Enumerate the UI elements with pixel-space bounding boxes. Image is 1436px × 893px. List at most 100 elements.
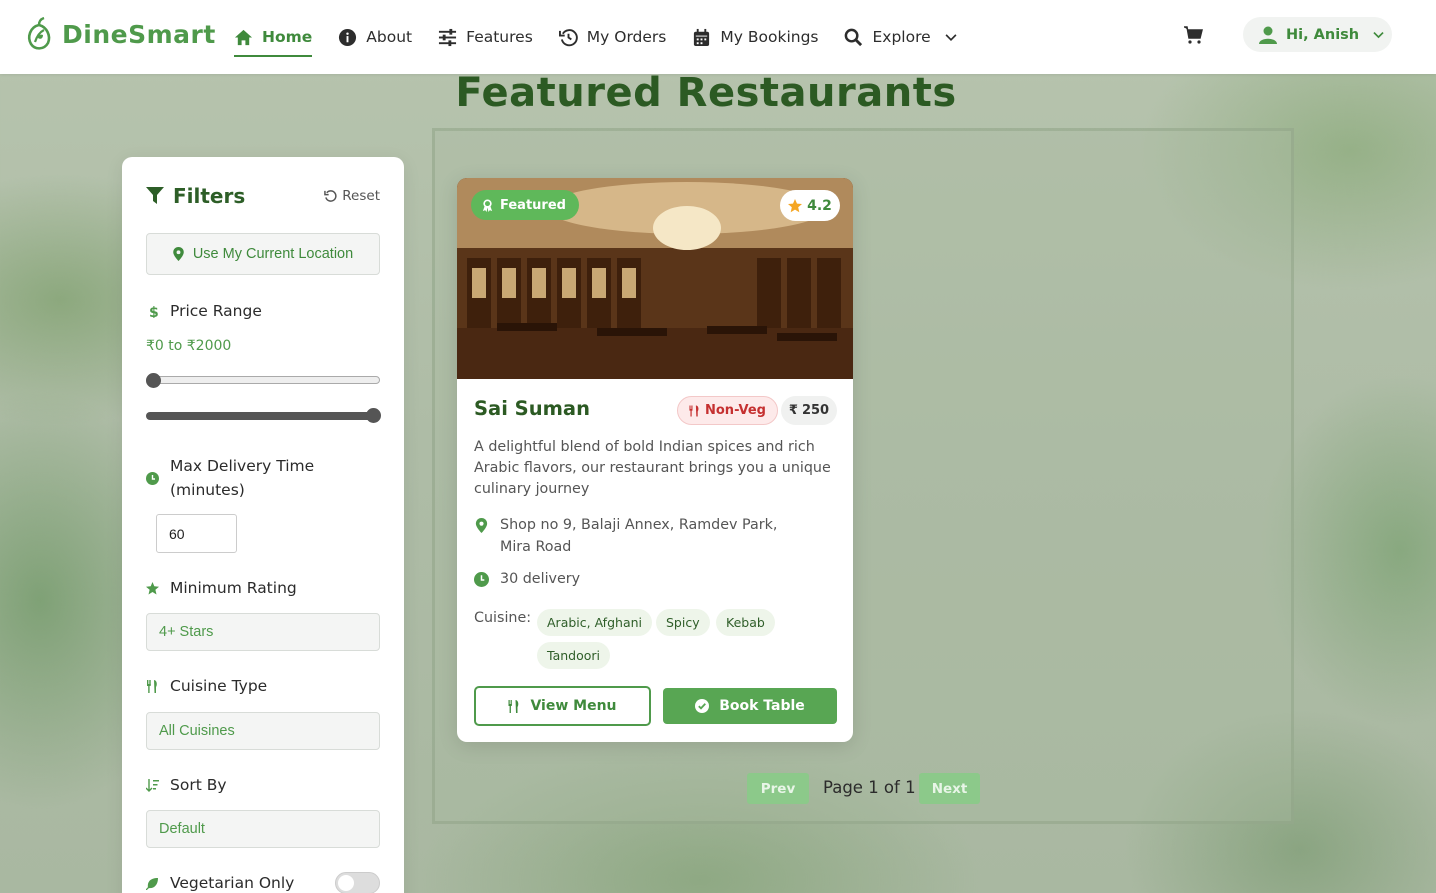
price-max-slider-thumb[interactable]: [366, 408, 381, 423]
vegetarian-only-toggle[interactable]: [335, 872, 380, 893]
cuisine-type-label: Cuisine Type: [146, 677, 267, 695]
page-title: Featured Restaurants: [455, 70, 957, 116]
reset-icon: [324, 189, 337, 202]
user-menu[interactable]: Hi, Anish: [1243, 17, 1392, 52]
price-min-slider-thumb[interactable]: [146, 373, 161, 388]
prev-button[interactable]: Prev: [747, 773, 809, 804]
cuisine-chip: Arabic, Afghani: [537, 609, 652, 636]
check-circle-icon: [695, 699, 710, 713]
cuisine-chip: Spicy: [656, 609, 710, 636]
star-icon: [146, 581, 159, 594]
min-rating-select[interactable]: 4+ Stars: [146, 613, 380, 651]
featured-badge: Featured: [471, 190, 579, 220]
restaurant-description: A delightful blend of bold Indian spices…: [474, 439, 831, 497]
vegetarian-only-label: Vegetarian Only: [146, 874, 294, 892]
nav-about-label: About: [366, 28, 413, 46]
price-range-label: $ Price Range: [146, 302, 262, 320]
navbar: DineSmart Home About Features My Orders …: [0, 0, 1436, 74]
min-rating-text: Minimum Rating: [170, 579, 297, 597]
restaurant-name[interactable]: Sai Suman: [474, 397, 590, 420]
utensils-icon: [689, 405, 699, 416]
price-range-text: Price Range: [170, 302, 262, 320]
leaf-logo-icon: [27, 17, 51, 50]
star-icon: [788, 198, 803, 212]
min-rating-label: Minimum Rating: [146, 579, 297, 597]
nav-home-label: Home: [262, 28, 313, 46]
search-icon: [845, 28, 863, 46]
vegetarian-only-text: Vegetarian Only: [170, 874, 295, 892]
delivery-time-input[interactable]: 60: [156, 514, 237, 553]
nav-my-bookings-label: My Bookings: [720, 28, 819, 46]
cuisine-label: Cuisine:: [474, 610, 532, 626]
price-min-slider[interactable]: [146, 373, 380, 388]
delivery-row: 30 delivery: [474, 568, 580, 590]
featured-badge-label: Featured: [500, 197, 566, 213]
sort-by-text: Sort By: [170, 776, 227, 794]
nav-my-orders[interactable]: My Orders: [558, 0, 666, 74]
info-icon: [339, 28, 357, 46]
user-greeting: Hi, Anish: [1286, 26, 1360, 43]
filter-icon: [146, 187, 164, 204]
address-row: Shop no 9, Balaji Annex, Ramdev Park, Mi…: [474, 514, 824, 558]
sort-icon: [146, 778, 159, 792]
filters-header: Filters Reset: [146, 184, 380, 208]
view-menu-button[interactable]: View Menu: [474, 686, 651, 726]
book-table-label: Book Table: [719, 698, 805, 714]
nav-features[interactable]: Features: [438, 0, 533, 74]
delivery-time-label: Max Delivery Time (minutes): [146, 454, 380, 502]
nav-features-label: Features: [466, 28, 533, 46]
diet-label: Non-Veg: [705, 403, 766, 418]
utensils-icon: [508, 699, 519, 713]
reset-button[interactable]: Reset: [324, 188, 380, 204]
price-range-value: ₹0 to ₹2000: [146, 338, 232, 354]
delivery-time: 30 delivery: [500, 571, 581, 587]
svg-text:$: $: [149, 305, 159, 318]
utensils-icon: [147, 679, 157, 693]
sliders-icon: [439, 28, 457, 46]
nav-links: Home About Features My Orders My Booking…: [234, 0, 958, 74]
price-max-slider[interactable]: [146, 408, 381, 423]
book-table-button[interactable]: Book Table: [663, 688, 837, 724]
view-menu-label: View Menu: [530, 698, 617, 714]
diet-badge: Non-Veg: [677, 396, 778, 425]
award-icon: [482, 198, 493, 212]
user-icon: [1259, 26, 1277, 44]
rating-badge: 4.2: [780, 190, 840, 221]
restaurant-address: Shop no 9, Balaji Annex, Ramdev Park, Mi…: [500, 517, 778, 555]
chevron-down-icon: [1373, 31, 1384, 39]
leaf-icon: [146, 877, 158, 890]
filters-title-label: Filters: [173, 184, 246, 208]
sort-by-select[interactable]: Default: [146, 810, 380, 848]
rating-value: 4.2: [807, 197, 832, 214]
nav-explore[interactable]: Explore: [844, 0, 957, 74]
reset-label: Reset: [342, 188, 380, 204]
map-pin-icon: [475, 518, 488, 533]
cart-icon[interactable]: [1183, 25, 1203, 45]
price-badge: ₹ 250: [781, 396, 837, 425]
use-location-button[interactable]: Use My Current Location: [146, 233, 380, 275]
next-button[interactable]: Next: [919, 773, 980, 804]
nav-home[interactable]: Home: [234, 0, 313, 74]
calendar-icon: [694, 28, 710, 46]
home-icon: [234, 29, 253, 45]
dollar-icon: $: [149, 305, 159, 318]
currency-symbol: ₹: [788, 403, 798, 418]
sort-by-label: Sort By: [146, 776, 227, 794]
delivery-time-text: Max Delivery Time (minutes): [170, 457, 315, 499]
brand-logo[interactable]: DineSmart: [26, 17, 216, 51]
map-pin-icon: [173, 247, 184, 261]
clock-icon: [474, 572, 489, 587]
page-indicator: Page 1 of 1: [823, 778, 916, 797]
filters-panel: Filters Reset Use My Current Location $ …: [122, 157, 404, 893]
cuisine-chip: Tandoori: [537, 642, 610, 669]
clock-icon: [146, 471, 159, 485]
filters-title: Filters: [146, 184, 245, 208]
cuisine-chip: Kebab: [716, 609, 775, 636]
cuisine-type-select[interactable]: All Cuisines: [146, 712, 380, 750]
chevron-down-icon: [945, 34, 957, 41]
cuisine-type-text: Cuisine Type: [170, 677, 268, 695]
nav-my-bookings[interactable]: My Bookings: [692, 0, 818, 74]
restaurant-card[interactable]: Featured 4.2 Sai Suman Non-Veg ₹ 250 A d…: [457, 178, 853, 742]
history-icon: [558, 28, 578, 46]
nav-about[interactable]: About: [338, 0, 412, 74]
